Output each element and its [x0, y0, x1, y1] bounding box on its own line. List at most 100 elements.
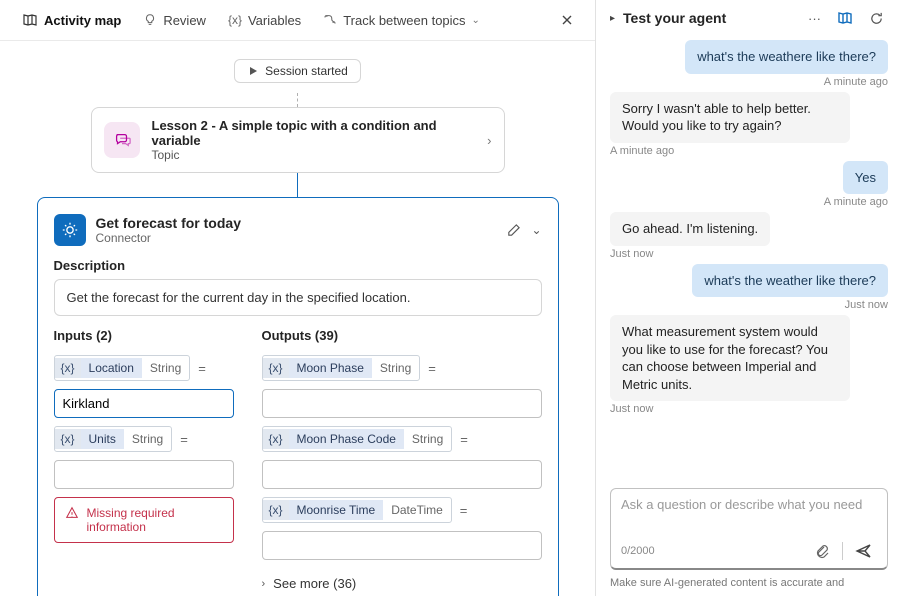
bubble-text: what's the weathere like there?	[685, 40, 888, 74]
topbar: Activity map Review {x} Variables Track …	[0, 0, 595, 41]
bubble-text: What measurement system would you like t…	[610, 315, 850, 401]
var-type: String	[142, 358, 189, 378]
bubble-text: Yes	[843, 161, 888, 195]
chat-icon	[104, 122, 140, 158]
chevron-right-icon: ›	[487, 133, 491, 148]
map-icon	[22, 12, 38, 28]
topic-title: Lesson 2 - A simple topic with a conditi…	[152, 118, 476, 148]
outputs-column: Outputs (39) {x} Moon Phase String = {x}	[262, 328, 542, 591]
chat-message-user: Yes A minute ago	[610, 161, 888, 209]
equals-sign: =	[460, 503, 468, 518]
connector-node[interactable]: Get forecast for today Connector ⌄ Descr…	[37, 197, 559, 596]
var-icon: {x}	[263, 429, 289, 449]
var-name: Units	[81, 429, 124, 449]
var-type: DateTime	[383, 500, 451, 520]
equals-sign: =	[460, 432, 468, 447]
var-type: String	[404, 429, 451, 449]
chevron-right-icon: ›	[262, 578, 266, 590]
warning-icon	[65, 506, 79, 520]
map-icon[interactable]	[833, 8, 857, 28]
equals-sign: =	[428, 361, 436, 376]
outputs-header: Outputs (39)	[262, 328, 542, 343]
tab-review[interactable]: Review	[135, 9, 214, 32]
var-name: Moonrise Time	[289, 500, 384, 520]
input-row: {x} Units String =	[54, 426, 234, 452]
lightbulb-icon	[143, 13, 157, 27]
caret-right-icon[interactable]: ▸	[610, 13, 615, 24]
timestamp: Just now	[610, 248, 653, 260]
var-name: Location	[81, 358, 142, 378]
session-started-pill: Session started	[234, 59, 361, 83]
variable-chip[interactable]: {x} Moon Phase String	[262, 355, 421, 381]
see-more-button[interactable]: › See more (36)	[262, 576, 542, 591]
output-row: {x} Moon Phase String =	[262, 355, 542, 381]
input-value-location[interactable]	[54, 389, 234, 418]
variable-chip[interactable]: {x} Moonrise Time DateTime	[262, 497, 452, 523]
tab-label: Activity map	[44, 13, 121, 28]
tab-activity-map[interactable]: Activity map	[14, 8, 129, 32]
chat-message-user: what's the weather like there? Just now	[610, 264, 888, 312]
chat-message-bot: What measurement system would you like t…	[610, 315, 888, 415]
input-value-units[interactable]	[54, 460, 234, 489]
see-more-label: See more (36)	[273, 576, 356, 591]
chat-message-bot: Sorry I wasn't able to help better. Woul…	[610, 92, 888, 157]
output-row: {x} Moon Phase Code String =	[262, 426, 542, 452]
topic-card[interactable]: Lesson 2 - A simple topic with a conditi…	[91, 107, 505, 173]
variable-chip[interactable]: {x} Moon Phase Code String	[262, 426, 453, 452]
var-icon: {x}	[55, 429, 81, 449]
char-counter: 0/2000	[621, 545, 810, 557]
topic-subtitle: Topic	[152, 148, 476, 162]
close-button[interactable]	[553, 10, 581, 30]
tab-label: Track between topics	[343, 13, 465, 28]
var-name: Moon Phase Code	[289, 429, 404, 449]
sun-icon	[54, 214, 86, 246]
test-panel-header: ▸ Test your agent ···	[596, 0, 902, 36]
composer: 0/2000	[610, 488, 888, 570]
equals-sign: =	[180, 432, 188, 447]
error-text: Missing required information	[87, 506, 223, 534]
output-value[interactable]	[262, 389, 542, 418]
input-row: {x} Location String =	[54, 355, 234, 381]
route-icon	[323, 13, 337, 27]
send-button[interactable]	[851, 540, 877, 562]
variable-chip[interactable]: {x} Location String	[54, 355, 191, 381]
chat-message-bot: Go ahead. I'm listening. Just now	[610, 212, 888, 260]
chevron-down-icon[interactable]: ⌄	[531, 223, 541, 238]
refresh-icon[interactable]	[865, 9, 888, 28]
session-text: Session started	[265, 64, 348, 78]
bubble-text: Go ahead. I'm listening.	[610, 212, 770, 246]
description-text: Get the forecast for the current day in …	[54, 279, 542, 316]
ai-disclaimer: Make sure AI-generated content is accura…	[596, 576, 902, 596]
equals-sign: =	[198, 361, 206, 376]
node-subtitle: Connector	[96, 231, 497, 245]
inputs-header: Inputs (2)	[54, 328, 234, 343]
test-panel: ▸ Test your agent ··· what's the weather…	[596, 0, 902, 596]
chevron-down-icon: ⌄	[472, 15, 480, 26]
tab-track-between-topics[interactable]: Track between topics ⌄	[315, 9, 488, 32]
timestamp: A minute ago	[824, 76, 888, 88]
var-icon: {x}	[263, 500, 289, 520]
composer-input[interactable]	[621, 497, 877, 533]
timestamp: A minute ago	[610, 145, 674, 157]
timestamp: A minute ago	[824, 196, 888, 208]
edit-icon[interactable]	[506, 223, 521, 238]
timestamp: Just now	[610, 403, 653, 415]
var-type: String	[372, 358, 419, 378]
output-value[interactable]	[262, 460, 542, 489]
node-header: Get forecast for today Connector ⌄	[54, 214, 542, 246]
chat-message-user: what's the weathere like there? A minute…	[610, 40, 888, 88]
attach-icon[interactable]	[810, 541, 834, 561]
output-value[interactable]	[262, 531, 542, 560]
variable-chip[interactable]: {x} Units String	[54, 426, 173, 452]
bubble-text: what's the weather like there?	[692, 264, 888, 298]
node-title: Get forecast for today	[96, 215, 497, 231]
var-icon: {x}	[263, 358, 289, 378]
timestamp: Just now	[845, 299, 888, 311]
chat-log[interactable]: what's the weathere like there? A minute…	[596, 36, 902, 480]
test-panel-title: Test your agent	[623, 10, 796, 26]
error-missing-required: Missing required information	[54, 497, 234, 543]
canvas[interactable]: Session started Lesson 2 - A simple topi…	[0, 41, 595, 596]
tab-variables[interactable]: {x} Variables	[220, 9, 309, 32]
more-icon[interactable]: ···	[804, 9, 825, 28]
braces-icon: {x}	[228, 13, 242, 27]
